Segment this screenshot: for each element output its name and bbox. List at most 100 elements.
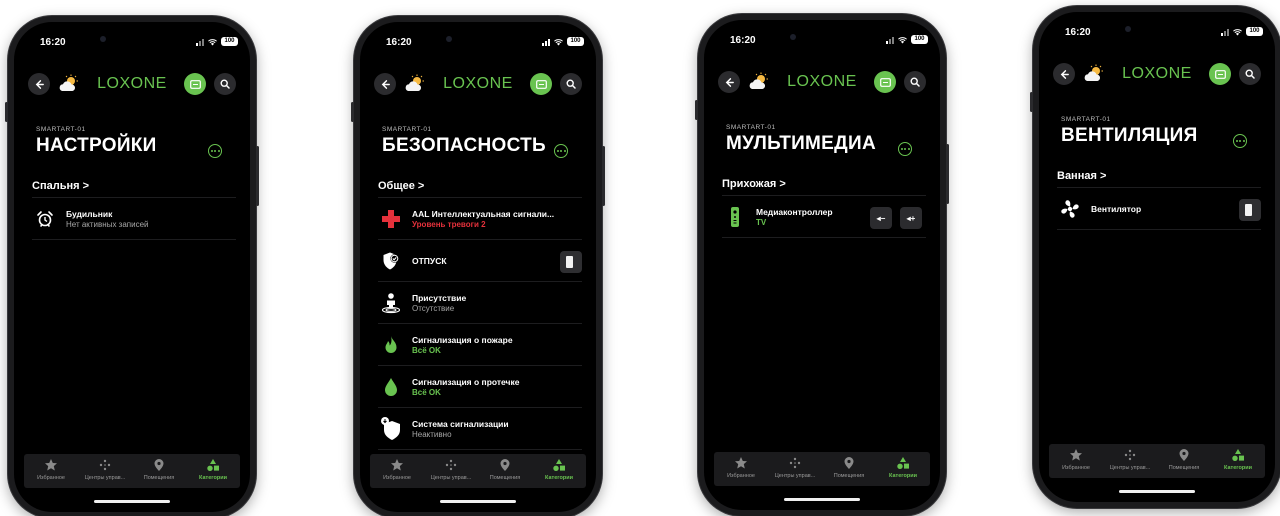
back-button[interactable] bbox=[374, 73, 396, 95]
tab-label: Центры управ... bbox=[430, 475, 472, 481]
tab-rooms[interactable]: Помещения bbox=[132, 454, 186, 488]
status-bar: 16:20 100 bbox=[1039, 24, 1275, 44]
search-button[interactable] bbox=[904, 71, 926, 93]
tab-label: Избранное bbox=[37, 475, 65, 481]
room-header[interactable]: Общее > bbox=[378, 180, 424, 192]
item-status: Всё OK bbox=[412, 388, 441, 397]
tab-categories[interactable]: Категории bbox=[1211, 444, 1265, 478]
wifi-icon bbox=[208, 38, 217, 46]
room-header[interactable]: Спальня > bbox=[32, 180, 89, 192]
tab-label: Помещения bbox=[489, 475, 521, 481]
list-item[interactable]: Медиаконтроллер TV ◂− ◂+ bbox=[722, 195, 926, 238]
tab-control-centers[interactable]: Центры управ... bbox=[78, 454, 132, 488]
battery-icon: 100 bbox=[567, 37, 584, 46]
page-header: SMARTART-01 БЕЗОПАСНОСТЬ bbox=[382, 126, 580, 158]
location-pin-icon bbox=[500, 459, 510, 471]
tab-rooms[interactable]: Помещения bbox=[822, 452, 876, 486]
weather-icon[interactable] bbox=[404, 74, 426, 94]
star-icon bbox=[735, 457, 747, 469]
item-name: ОТПУСК bbox=[412, 256, 447, 266]
list-item[interactable]: Присутствие Отсутствие bbox=[378, 281, 582, 324]
home-indicator[interactable] bbox=[440, 500, 516, 503]
home-indicator[interactable] bbox=[1119, 490, 1195, 493]
wifi-icon bbox=[1233, 28, 1242, 36]
more-options-button[interactable] bbox=[554, 144, 568, 158]
arrow-left-icon bbox=[725, 77, 734, 87]
more-options-button[interactable] bbox=[1233, 134, 1247, 148]
control-card-button[interactable] bbox=[530, 73, 552, 95]
battery-icon: 100 bbox=[911, 35, 928, 44]
volume-up-button[interactable]: ◂+ bbox=[900, 207, 922, 229]
stage: 16:20 100 LOXONE SMARTART-01 НАСТРОЙКИ С… bbox=[0, 0, 1280, 516]
list-item[interactable]: Сигнализация о пожаре Всё OK bbox=[378, 323, 582, 366]
tab-favorites[interactable]: Избранное bbox=[714, 452, 768, 486]
back-button[interactable] bbox=[718, 71, 740, 93]
tab-control-centers[interactable]: Центры управ... bbox=[768, 452, 822, 486]
list-item[interactable]: Сигнализация о протечке Всё OK bbox=[378, 365, 582, 408]
tab-rooms[interactable]: Помещения bbox=[1157, 444, 1211, 478]
back-button[interactable] bbox=[1053, 63, 1075, 85]
home-indicator[interactable] bbox=[94, 500, 170, 503]
list-item[interactable]: Вентилятор bbox=[1057, 187, 1261, 230]
tab-categories[interactable]: Категории bbox=[876, 452, 930, 486]
list-item[interactable]: Будильник Нет активных записей bbox=[32, 197, 236, 240]
back-button[interactable] bbox=[28, 73, 50, 95]
room-header[interactable]: Прихожая > bbox=[722, 178, 786, 190]
categories-icon bbox=[1232, 449, 1244, 461]
arrow-left-icon bbox=[381, 79, 390, 89]
fan-switch[interactable] bbox=[1239, 199, 1261, 221]
page-title: БЕЗОПАСНОСТЬ bbox=[382, 135, 546, 156]
tab-control-centers[interactable]: Центры управ... bbox=[424, 454, 478, 488]
side-button bbox=[695, 100, 698, 120]
search-icon bbox=[910, 77, 920, 87]
page-header: SMARTART-01 НАСТРОЙКИ bbox=[36, 126, 234, 158]
control-card-button[interactable] bbox=[184, 73, 206, 95]
vacation-switch[interactable] bbox=[560, 251, 582, 273]
wifi-icon bbox=[898, 36, 907, 44]
tab-favorites[interactable]: Избранное bbox=[1049, 444, 1103, 478]
tab-rooms[interactable]: Помещения bbox=[478, 454, 532, 488]
power-button bbox=[602, 146, 605, 206]
list-item[interactable]: AAL Интеллектуальная сигнали... Уровень … bbox=[378, 197, 582, 240]
control-card-button[interactable] bbox=[1209, 63, 1231, 85]
tab-control-centers[interactable]: Центры управ... bbox=[1103, 444, 1157, 478]
search-button[interactable] bbox=[560, 73, 582, 95]
battery-icon: 100 bbox=[1246, 27, 1263, 36]
control-list: Вентилятор bbox=[1057, 187, 1261, 230]
tab-label: Помещения bbox=[833, 473, 865, 479]
side-button bbox=[1030, 92, 1033, 112]
search-button[interactable] bbox=[214, 73, 236, 95]
more-options-button[interactable] bbox=[898, 142, 912, 156]
tab-categories[interactable]: Категории bbox=[186, 454, 240, 488]
phone-settings: 16:20 100 LOXONE SMARTART-01 НАСТРОЙКИ С… bbox=[5, 16, 259, 516]
loxone-logo: LOXONE bbox=[443, 75, 513, 92]
grid-dots-icon bbox=[99, 459, 111, 471]
tab-favorites[interactable]: Избранное bbox=[24, 454, 78, 488]
tab-label: Помещения bbox=[1168, 465, 1200, 471]
list-item[interactable]: ОТПУСК bbox=[378, 239, 582, 282]
weather-icon[interactable] bbox=[748, 72, 770, 92]
tab-categories[interactable]: Категории bbox=[532, 454, 586, 488]
item-name: Сигнализация о пожаре bbox=[412, 335, 513, 345]
grid-dots-icon bbox=[1124, 449, 1136, 461]
home-indicator[interactable] bbox=[784, 498, 860, 501]
weather-icon[interactable] bbox=[58, 74, 80, 94]
room-header[interactable]: Ванная > bbox=[1057, 170, 1106, 182]
list-item[interactable]: Система сигнализации Неактивно bbox=[378, 407, 582, 450]
control-list: AAL Интеллектуальная сигнали... Уровень … bbox=[378, 197, 582, 450]
app-bar: LOXONE bbox=[374, 72, 582, 98]
search-button[interactable] bbox=[1239, 63, 1261, 85]
wifi-icon bbox=[554, 38, 563, 46]
screen: 16:20 100 LOXONE bbox=[704, 20, 940, 510]
star-icon bbox=[391, 459, 403, 471]
weather-icon[interactable] bbox=[1083, 64, 1105, 84]
control-list: Медиаконтроллер TV ◂− ◂+ bbox=[722, 195, 926, 238]
flame-icon bbox=[380, 334, 402, 356]
status-time: 16:20 bbox=[1065, 27, 1091, 38]
item-status: Отсутствие bbox=[412, 304, 455, 313]
volume-down-button[interactable]: ◂− bbox=[870, 207, 892, 229]
more-options-button[interactable] bbox=[208, 144, 222, 158]
control-card-button[interactable] bbox=[874, 71, 896, 93]
tab-favorites[interactable]: Избранное bbox=[370, 454, 424, 488]
card-icon bbox=[189, 79, 201, 89]
